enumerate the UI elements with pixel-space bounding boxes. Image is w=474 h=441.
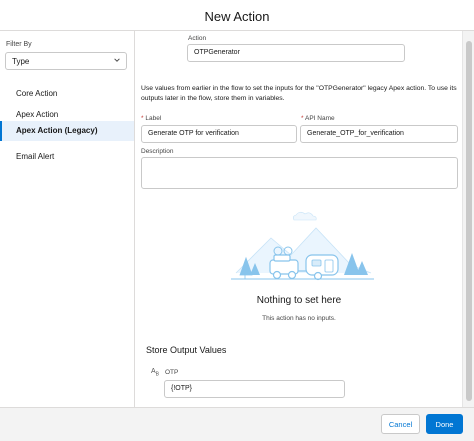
action-field[interactable]: OTPGenerator [187,44,405,62]
label-field-label: * Label [141,115,161,122]
cancel-button[interactable]: Cancel [381,414,420,434]
filter-label: Filter By [6,41,32,48]
modal-header: New Action [0,0,474,31]
done-button[interactable]: Done [426,414,463,434]
main-panel: Action OTPGenerator Use values from earl… [136,31,462,407]
required-marker: * [301,115,304,122]
description-label: Description [141,148,174,155]
required-marker: * [141,115,144,122]
empty-state-title: Nothing to set here [256,295,342,306]
help-text: Use values from earlier in the flow to s… [141,85,457,102]
sidebar-item-label: Apex Action (Legacy) [16,126,98,135]
sidebar-item-apex-action-legacy[interactable]: Apex Action (Legacy) [0,121,134,141]
empty-state-subtitle: This action has no inputs. [262,315,336,322]
sidebar-item-label: Apex Action [16,110,59,119]
api-name-label-text: API Name [304,115,335,122]
modal-footer: Cancel Done [0,407,474,441]
output-section-title: Store Output Values [146,345,227,355]
api-name-label: * API Name [301,115,335,122]
action-label: Action [188,35,207,42]
sidebar-item-label: Core Action [16,89,58,98]
sidebar-item-email-alert[interactable]: Email Alert [0,147,134,167]
filter-select-value: Type [12,57,30,66]
empty-state-illustration [231,211,374,281]
output-otp-label: OTP [165,369,179,376]
chevron-down-icon [114,58,120,62]
modal-title: New Action [204,8,270,24]
main-scrollbar[interactable] [462,31,474,407]
text-type-icon: AB [151,368,159,377]
text-type-icon-sub: B [155,371,160,378]
cloud-shape [293,211,317,221]
output-otp-input[interactable]: {!OTP} [164,380,345,398]
sidebar-item-core-action[interactable]: Core Action [0,84,134,104]
trailer-shape [305,254,339,281]
label-input[interactable]: Generate OTP for verification [141,125,297,143]
sidebar-item-label: Email Alert [16,152,55,161]
sidebar: Filter By Type Core Action Apex Action A… [0,31,135,407]
label-field-label-text: Label [145,115,162,122]
api-name-input[interactable]: Generate_OTP_for_verification [300,125,458,143]
description-textarea[interactable] [141,157,458,189]
filter-select[interactable]: Type [5,52,127,70]
scrollbar-thumb[interactable] [466,41,472,401]
